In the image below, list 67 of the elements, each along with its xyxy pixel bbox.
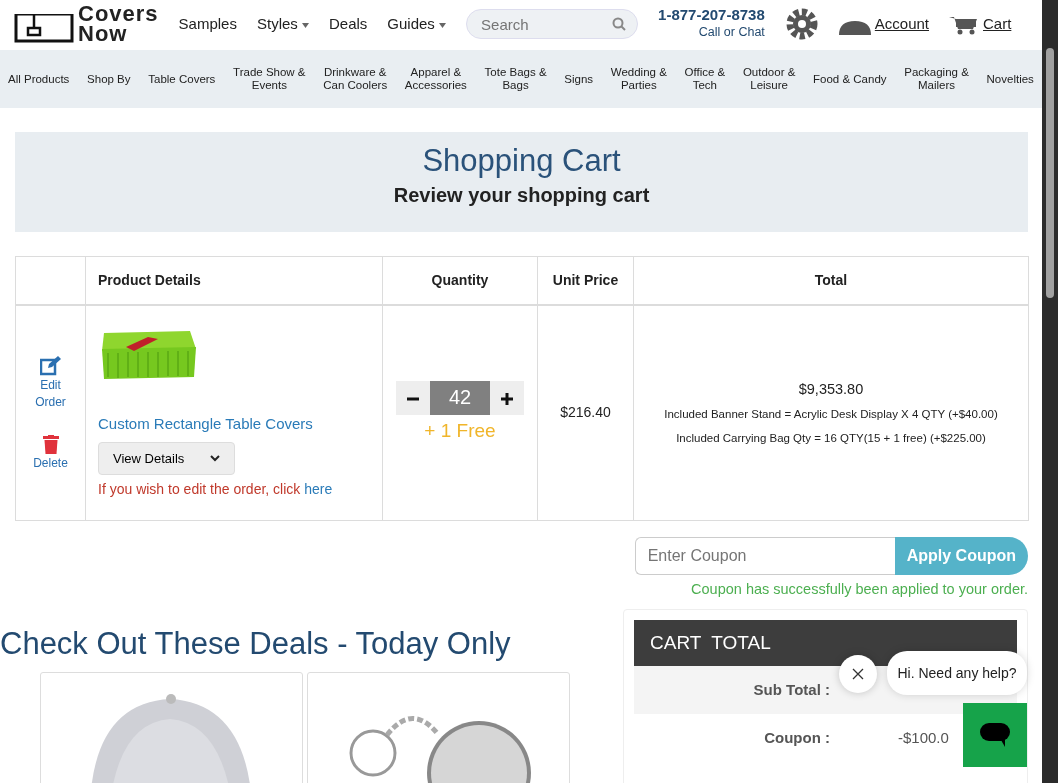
account-link[interactable]: Account — [874, 12, 929, 36]
free-note: + 1 Free — [423, 418, 497, 443]
chat-button[interactable] — [963, 703, 1027, 767]
details-button[interactable]: View Details — [98, 441, 236, 476]
category-link[interactable]: Wedding & Parties — [610, 66, 667, 92]
chevron-icon — [210, 455, 221, 462]
cart-link[interactable]: Cart — [983, 12, 1012, 36]
edit-link[interactable]: here — [304, 481, 333, 498]
category-link[interactable]: Office & Tech — [684, 66, 726, 92]
included-item: Included Carrying Bag Qty = 16 QTY(15 + 1 free) (+$225.00) — [675, 430, 987, 446]
nav-link[interactable]: Guides — [387, 15, 447, 33]
success-message: Coupon has successfully been applied to your order. — [690, 580, 1028, 599]
increase-button[interactable] — [490, 380, 524, 415]
edit-link[interactable]: Edit Order — [30, 377, 71, 412]
edit-icon[interactable] — [39, 356, 62, 376]
category-link[interactable]: Apparel & Accessories — [404, 66, 467, 92]
cart-icon[interactable] — [949, 15, 979, 36]
category-link[interactable]: Novelties — [986, 72, 1034, 86]
page-title: Shopping Cart — [421, 142, 622, 180]
section-title: Check Out These Deals - Today Only — [0, 624, 512, 662]
scrollbar[interactable] — [1042, 0, 1058, 783]
contact-text: Call or — [698, 24, 736, 39]
decrease-button[interactable] — [396, 380, 430, 415]
included-item: Included Banner Stand = Acrylic Desk Display X 4 QTY (+$40.00) — [663, 407, 999, 423]
category-link[interactable]: Packaging & Mailers — [904, 66, 969, 92]
nav-link[interactable]: Styles — [256, 15, 309, 33]
category-link[interactable]: Tote Bags & Bags — [484, 66, 547, 92]
category-link[interactable]: Signs — [564, 72, 594, 86]
category-link[interactable]: Outdoor & Leisure — [742, 66, 796, 92]
search-field[interactable]: Search — [466, 9, 639, 39]
search-icon[interactable] — [612, 17, 627, 31]
logo-icon — [14, 14, 74, 44]
category-link[interactable]: All Products — [8, 72, 70, 86]
page-subtitle: Review your shopping cart — [392, 183, 651, 208]
quantity-field[interactable]: 42 — [430, 380, 490, 415]
category-link[interactable]: Trade Show & Events — [233, 66, 306, 92]
column-header: Product Details — [85, 256, 383, 305]
delete-link[interactable]: Delete — [17, 455, 84, 473]
user-icon[interactable] — [838, 19, 871, 36]
logo-text[interactable]: Covers Now — [78, 4, 159, 44]
phone-number[interactable]: 1-877-207-8738 — [658, 6, 765, 23]
chat-bubble: Hi. Need any help? — [887, 651, 1027, 695]
scroll-thumb[interactable] — [1046, 48, 1054, 298]
gear-icon[interactable] — [784, 7, 819, 41]
product-link[interactable]: Custom Rectangle Table Covers — [98, 413, 381, 436]
category-link[interactable]: Shop By — [87, 72, 131, 86]
column-header: Unit Price — [537, 256, 634, 305]
column-header: Quantity — [382, 256, 538, 305]
total-label: Sub Total : — [752, 679, 830, 700]
total-value: -$100.0 — [897, 727, 949, 748]
close-icon — [852, 668, 864, 680]
coupon-field[interactable]: Enter Coupon — [634, 537, 895, 575]
category-link[interactable]: Food & Candy — [813, 72, 887, 86]
nav-link[interactable]: Deals — [329, 15, 368, 33]
plus-icon — [500, 391, 514, 406]
column-header: Total — [633, 256, 1029, 305]
trash-icon[interactable] — [42, 434, 59, 454]
chat-link[interactable]: Chat — [738, 24, 765, 39]
chat-icon — [979, 722, 1011, 748]
category-link[interactable]: Table Covers — [148, 72, 216, 86]
edit-note: If you wish to edit the order, click here — [98, 480, 334, 500]
product-card[interactable] — [307, 671, 570, 783]
category-link[interactable]: Drinkware & Can Coolers — [323, 66, 388, 92]
total-label: Coupon : — [763, 727, 830, 748]
unit-price: $216.40 — [537, 304, 634, 521]
total-price: $9,353.80 — [797, 379, 865, 399]
nav-link[interactable]: Samples — [178, 15, 237, 33]
